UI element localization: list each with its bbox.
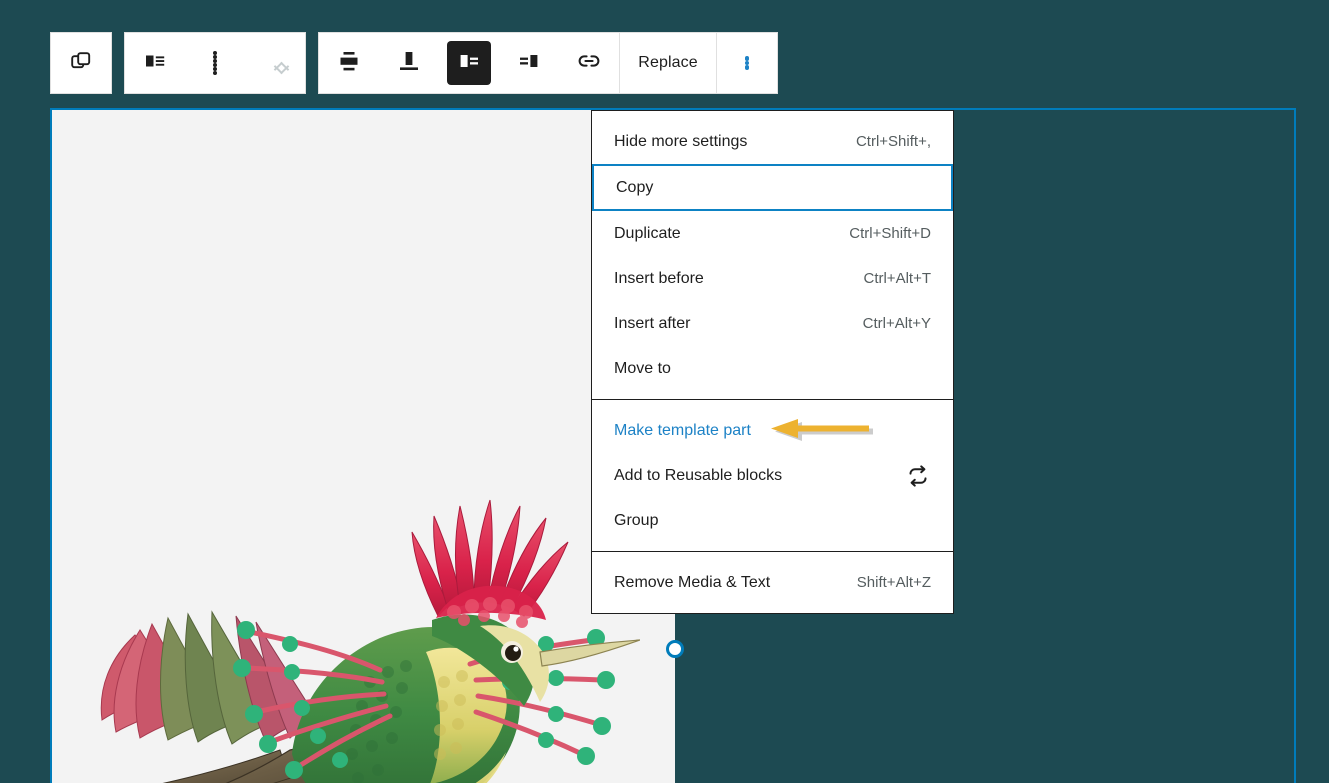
menu-item-make-template-part[interactable]: Make template part (592, 408, 953, 453)
menu-item-add-to-reusable-blocks[interactable]: Add to Reusable blocks (592, 453, 953, 498)
show-media-on-right-button[interactable] (499, 33, 559, 93)
drag-handle-button[interactable] (185, 33, 245, 93)
menu-group-3: Remove Media & Text Shift+Alt+Z (592, 551, 953, 613)
drag-handle-icon (213, 51, 217, 75)
menu-item-shortcut: Ctrl+Shift+D (849, 225, 931, 242)
menu-item-label: Move to (614, 359, 671, 377)
menu-item-label: Make template part (614, 421, 751, 439)
block-toolbar: Replace (50, 32, 778, 94)
vertical-align-bottom-button[interactable] (379, 33, 439, 93)
menu-group-2: Make template part Add to Reusable block… (592, 399, 953, 551)
toolbar-group-parent (50, 32, 112, 94)
menu-item-label: Insert after (614, 314, 691, 332)
menu-item-label: Group (614, 511, 659, 529)
block-mover-buttons[interactable] (245, 33, 305, 93)
copy-blocks-icon-button[interactable] (51, 33, 111, 93)
hummingbird-illustration[interactable] (52, 420, 641, 783)
menu-item-label: Insert before (614, 269, 704, 287)
menu-item-hide-more-settings[interactable]: Hide more settings Ctrl+Shift+, (592, 119, 953, 164)
replace-button[interactable]: Replace (620, 33, 716, 93)
toolbar-group-block-controls: Replace (318, 32, 778, 94)
menu-item-label: Duplicate (614, 224, 681, 242)
media-text-block-icon (143, 49, 167, 78)
menu-item-shortcut: Shift+Alt+Z (856, 574, 931, 591)
editor-canvas: Replace Hide more settings Ctrl+Shift+, … (0, 0, 1329, 783)
menu-item-label: Remove Media & Text (614, 573, 771, 591)
menu-item-shortcut: Ctrl+Alt+T (863, 270, 931, 287)
show-media-on-left-button[interactable] (439, 33, 499, 93)
resize-handle-circle[interactable] (666, 640, 684, 658)
link-button[interactable] (559, 33, 619, 93)
more-options-vertical-dots-icon (744, 56, 750, 70)
vertical-align-center-button[interactable] (319, 33, 379, 93)
more-options-button[interactable] (717, 33, 777, 93)
menu-item-remove-block[interactable]: Remove Media & Text Shift+Alt+Z (592, 560, 953, 605)
block-options-menu: Hide more settings Ctrl+Shift+, Copy Dup… (591, 110, 954, 614)
replace-button-label: Replace (638, 54, 698, 71)
link-icon (576, 48, 602, 79)
menu-item-label: Hide more settings (614, 132, 748, 150)
menu-item-shortcut: Ctrl+Alt+Y (862, 315, 931, 332)
show-media-on-right-icon (517, 49, 541, 78)
show-media-on-left-icon (457, 49, 481, 78)
vertical-align-center-icon (336, 48, 362, 79)
menu-item-copy[interactable]: Copy (592, 164, 953, 211)
toolbar-group-block-mover (124, 32, 306, 94)
copy-blocks-icon (69, 49, 93, 78)
menu-group-1: Hide more settings Ctrl+Shift+, Copy Dup… (592, 111, 953, 399)
menu-item-label: Add to Reusable blocks (614, 466, 783, 484)
media-column[interactable] (52, 110, 675, 783)
vertical-align-bottom-icon (396, 48, 422, 79)
menu-item-duplicate[interactable]: Duplicate Ctrl+Shift+D (592, 211, 953, 256)
menu-item-move-to[interactable]: Move to (592, 346, 953, 391)
menu-item-label: Copy (616, 178, 654, 196)
menu-item-insert-after[interactable]: Insert after Ctrl+Alt+Y (592, 301, 953, 346)
menu-item-shortcut: Ctrl+Shift+, (855, 133, 931, 150)
media-text-block-icon-button[interactable] (125, 33, 185, 93)
reusable-block-icon (905, 463, 931, 489)
menu-item-group[interactable]: Group (592, 498, 953, 543)
menu-item-insert-before[interactable]: Insert before Ctrl+Alt+T (592, 256, 953, 301)
